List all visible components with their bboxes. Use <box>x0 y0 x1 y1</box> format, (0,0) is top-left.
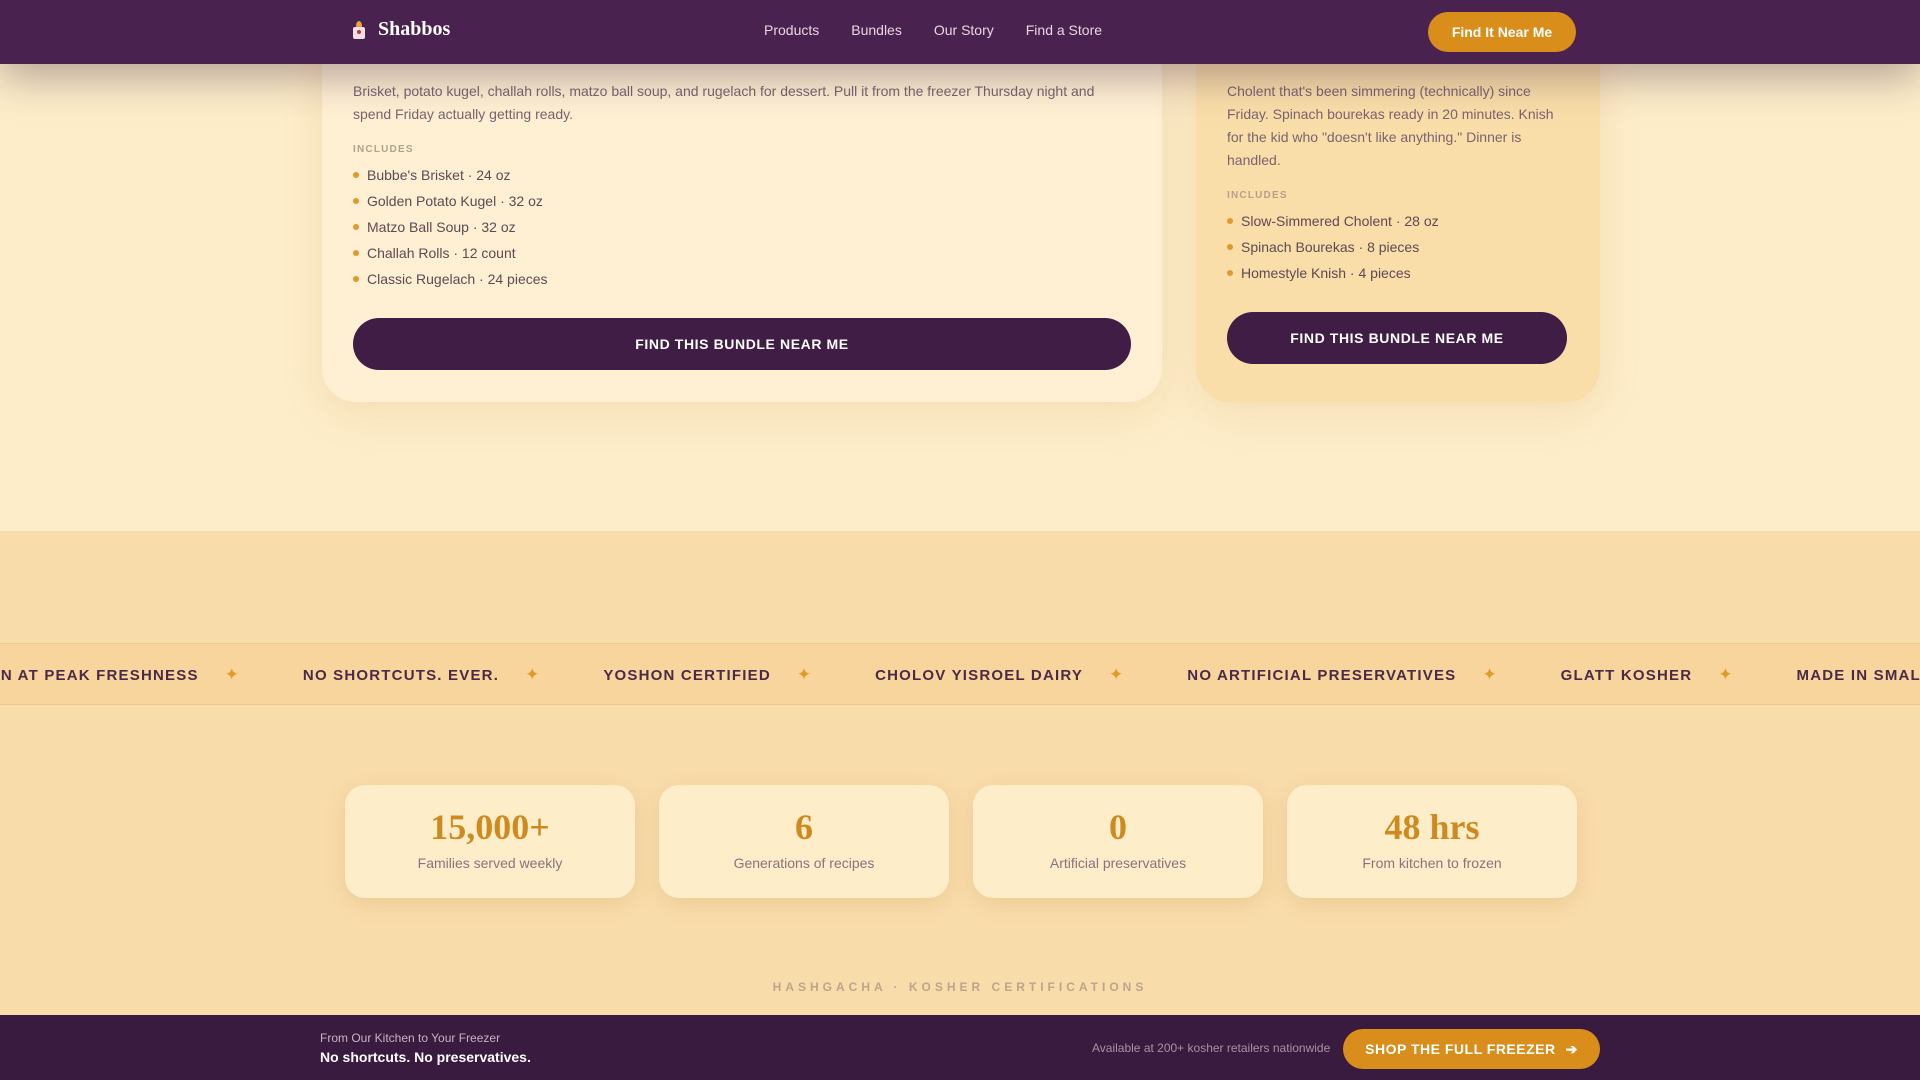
find-near-me-button[interactable]: Find It Near Me <box>1428 12 1576 52</box>
nav-link-products[interactable]: Products <box>764 22 819 38</box>
bottom-bar-title: No shortcuts. No preservatives. <box>320 1049 531 1065</box>
nav-links: Products Bundles Our Story Find a Store <box>764 22 1102 38</box>
bullet-icon <box>353 172 359 178</box>
stat-label: Artificial preservatives <box>1049 855 1187 871</box>
brand-logo[interactable]: Shabbos <box>352 18 450 41</box>
availability-text: Available at 200+ kosher retailers natio… <box>1092 1041 1331 1055</box>
marquee-item: MADE IN SMALL BATCHES <box>1796 666 1920 684</box>
stat-label: Families served weekly <box>417 855 563 871</box>
stat-value: 48 hrs <box>1384 807 1480 847</box>
marquee-item: FROZEN AT PEAK FRESHNESS✦ <box>0 665 239 684</box>
find-bundle-button[interactable]: FIND THIS BUNDLE NEAR ME <box>353 318 1131 370</box>
arrow-right-icon: ➔ <box>1565 1040 1578 1057</box>
stat-value: 15,000+ <box>430 807 550 847</box>
marquee-item: GLATT KOSHER ✦ <box>1560 665 1733 684</box>
nav-link-bundles[interactable]: Bundles <box>851 22 902 38</box>
bullet-icon <box>353 224 359 230</box>
shop-button-label: SHOP THE FULL FREEZER <box>1365 1041 1556 1057</box>
certifications-heading: HASHGACHA · KOSHER CERTIFICATIONS <box>772 980 1148 994</box>
bottom-bar-subtitle: From Our Kitchen to Your Freezer <box>320 1031 501 1045</box>
marquee-item: NO SHORTCUTS. EVER. ✦ <box>302 665 540 684</box>
list-item: Spinach Bourekas · 8 pieces <box>1227 234 1439 260</box>
stat-value: 0 <box>1109 807 1127 847</box>
sparkle-icon: ✦ <box>1482 665 1497 684</box>
list-item: Homestyle Knish · 4 pieces <box>1227 260 1439 286</box>
brand-name: Shabbos <box>378 18 451 40</box>
stat-value: 6 <box>795 807 813 847</box>
sparkle-icon: ✦ <box>1718 665 1733 684</box>
stat-label: Generations of recipes <box>733 855 875 871</box>
bundle-card: Brisket, potato kugel, challah rolls, ma… <box>322 20 1162 402</box>
sticky-bottom-bar: From Our Kitchen to Your Freezer No shor… <box>0 1015 1920 1080</box>
list-item: Slow-Simmered Cholent · 28 oz <box>1227 208 1439 234</box>
bundle-card: Cholent that's been simmering (technical… <box>1196 20 1600 402</box>
nav-link-find-a-store[interactable]: Find a Store <box>1026 22 1102 38</box>
bundle-description: Brisket, potato kugel, challah rolls, ma… <box>353 83 1095 122</box>
sparkle-icon: ✦ <box>796 665 812 684</box>
stat-card: 15,000+ Families served weekly <box>345 785 635 898</box>
list-item: Matzo Ball Soup · 32 oz <box>353 214 548 240</box>
sparkle-icon: ✦ <box>1109 665 1124 684</box>
find-bundle-button[interactable]: FIND THIS BUNDLE NEAR ME <box>1227 312 1567 364</box>
list-item: Golden Potato Kugel · 32 oz <box>353 188 548 214</box>
bullet-icon <box>1227 218 1233 224</box>
marquee-item: NO ARTIFICIAL PRESERVATIVES ✦ <box>1187 665 1497 684</box>
candle-icon <box>352 20 366 39</box>
bullet-icon <box>353 276 359 282</box>
values-marquee: FROZEN AT PEAK FRESHNESS✦ NO SHORTCUTS. … <box>0 643 1920 705</box>
marquee-track: FROZEN AT PEAK FRESHNESS✦ NO SHORTCUTS. … <box>0 644 1920 704</box>
nav-link-our-story[interactable]: Our Story <box>934 22 994 38</box>
stat-card: 48 hrs From kitchen to frozen <box>1287 785 1577 898</box>
stat-label: From kitchen to frozen <box>1362 855 1502 871</box>
bullet-icon <box>353 250 359 256</box>
includes-list: Slow-Simmered Cholent · 28 oz Spinach Bo… <box>1227 208 1439 286</box>
stat-card: 6 Generations of recipes <box>659 785 949 898</box>
bullet-icon <box>353 198 359 204</box>
marquee-item: YOSHON CERTIFIED ✦ <box>603 665 812 684</box>
stat-card: 0 Artificial preservatives <box>973 785 1263 898</box>
list-item: Bubbe's Brisket · 24 oz <box>353 162 548 188</box>
shop-full-freezer-button[interactable]: SHOP THE FULL FREEZER ➔ <box>1343 1029 1600 1069</box>
bullet-icon <box>1227 270 1233 276</box>
stats-row: 15,000+ Families served weekly 6 Generat… <box>345 785 1577 898</box>
includes-list: Bubbe's Brisket · 24 oz Golden Potato Ku… <box>353 162 548 292</box>
sparkle-icon: ✦ <box>224 665 239 684</box>
list-item: Challah Rolls · 12 count <box>353 240 548 266</box>
marquee-item: CHOLOV YISROEL DAIRY ✦ <box>875 665 1124 684</box>
includes-label: INCLUDES <box>353 144 414 155</box>
includes-label: INCLUDES <box>1227 190 1288 201</box>
top-nav: Shabbos Products Bundles Our Story Find … <box>0 0 1920 64</box>
bundle-description: Cholent that's been simmering (technical… <box>1227 83 1554 168</box>
bullet-icon <box>1227 244 1233 250</box>
sparkle-icon: ✦ <box>525 665 540 684</box>
list-item: Classic Rugelach · 24 pieces <box>353 266 548 292</box>
